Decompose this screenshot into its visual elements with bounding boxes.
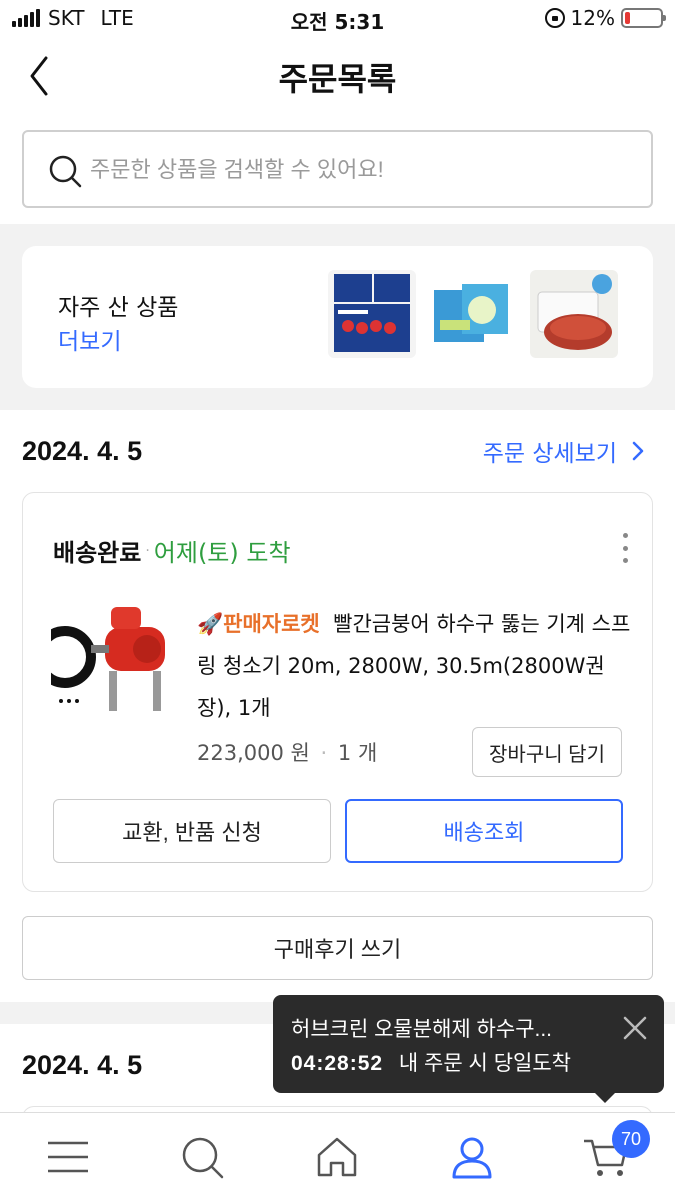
more-options-icon[interactable] <box>618 533 632 563</box>
drain-machine-image <box>51 607 165 711</box>
search-box[interactable] <box>22 130 653 208</box>
menu-icon[interactable] <box>44 1133 92 1181</box>
product-food-image <box>537 274 612 350</box>
rocket-icon: 🚀 <box>197 612 224 636</box>
search-icon[interactable] <box>178 1133 226 1181</box>
product-quantity: 1 개 <box>337 741 378 765</box>
product-package-image <box>334 274 410 352</box>
frequent-products-title: 자주 산 상품 <box>58 295 179 321</box>
page-title: 주문목록 <box>278 60 397 98</box>
page-header: 주문목록 <box>0 36 675 122</box>
same-day-delivery-toast[interactable]: 허브크린 오물분해제 하수구... 04:28:52 내 주문 시 당일도착 <box>273 995 664 1103</box>
frequent-product-thumb[interactable] <box>530 270 618 358</box>
frequent-products-card[interactable]: 자주 산 상품 더보기 <box>22 246 653 388</box>
write-review-button[interactable]: 구매후기 쓰기 <box>22 916 653 980</box>
product-description[interactable]: 🚀판매자로켓 빨간금붕어 하수구 뚫는 기계 스프링 청소기 20m, 2800… <box>197 603 637 729</box>
add-to-cart-button[interactable]: 장바구니 담기 <box>472 727 622 777</box>
toast-countdown: 04:28:52 <box>291 1052 384 1075</box>
product-price-row: 223,000 원 · 1 개 <box>197 737 377 767</box>
order-detail-label: 주문 상세보기 <box>482 441 617 467</box>
home-icon[interactable] <box>313 1133 361 1181</box>
search-input[interactable] <box>90 150 630 190</box>
shipping-status-label: 배송완료 <box>53 539 142 567</box>
order-group: 2024. 4. 5 주문 상세보기 배송완료 · 어제(토) 도착 🚀판매자로… <box>0 410 675 1002</box>
frequent-more-link[interactable]: 더보기 <box>58 322 121 356</box>
toast-message: 내 주문 시 당일도착 <box>398 1052 571 1075</box>
bottom-navigation <box>0 1112 675 1200</box>
battery-icon <box>621 8 666 28</box>
close-icon[interactable] <box>622 1015 648 1041</box>
exchange-return-button[interactable]: 교환, 반품 신청 <box>53 799 331 863</box>
search-section <box>0 122 675 224</box>
user-icon[interactable] <box>448 1133 496 1181</box>
toast-countdown-row: 04:28:52 내 주문 시 당일도착 <box>291 1047 571 1077</box>
status-bar: SKT LTE 오전 5:31 12% <box>0 0 675 36</box>
arrival-label: 어제(토) 도착 <box>153 539 291 567</box>
search-icon <box>49 155 82 188</box>
order-date: 2024. 4. 5 <box>22 436 143 466</box>
chevron-right-icon <box>632 441 644 461</box>
seller-rocket-badge: 판매자로켓 <box>223 612 320 636</box>
cart-count-badge: 70 <box>612 1120 650 1158</box>
frequent-product-thumb[interactable] <box>328 270 416 358</box>
price-separator: · <box>320 741 328 765</box>
frequent-product-thumb[interactable] <box>426 270 514 358</box>
status-right: 12% <box>544 6 666 30</box>
status-separator: · <box>145 542 150 559</box>
order-detail-link[interactable]: 주문 상세보기 <box>483 434 645 468</box>
track-delivery-button[interactable]: 배송조회 <box>345 799 623 863</box>
battery-percent: 12% <box>570 6 615 30</box>
product-image[interactable] <box>51 597 181 717</box>
rotation-lock-icon <box>544 8 565 28</box>
shipping-status: 배송완료 · 어제(토) 도착 <box>53 533 291 568</box>
order-date: 2024. 4. 5 <box>22 1050 143 1080</box>
toast-product-title: 허브크린 오물분해제 하수구... <box>291 1018 553 1041</box>
product-price: 223,000 원 <box>197 741 310 765</box>
product-box-image <box>434 284 508 342</box>
order-card: 배송완료 · 어제(토) 도착 🚀판매자로켓 빨간금붕어 하수구 뚫는 기계 스… <box>22 492 653 892</box>
